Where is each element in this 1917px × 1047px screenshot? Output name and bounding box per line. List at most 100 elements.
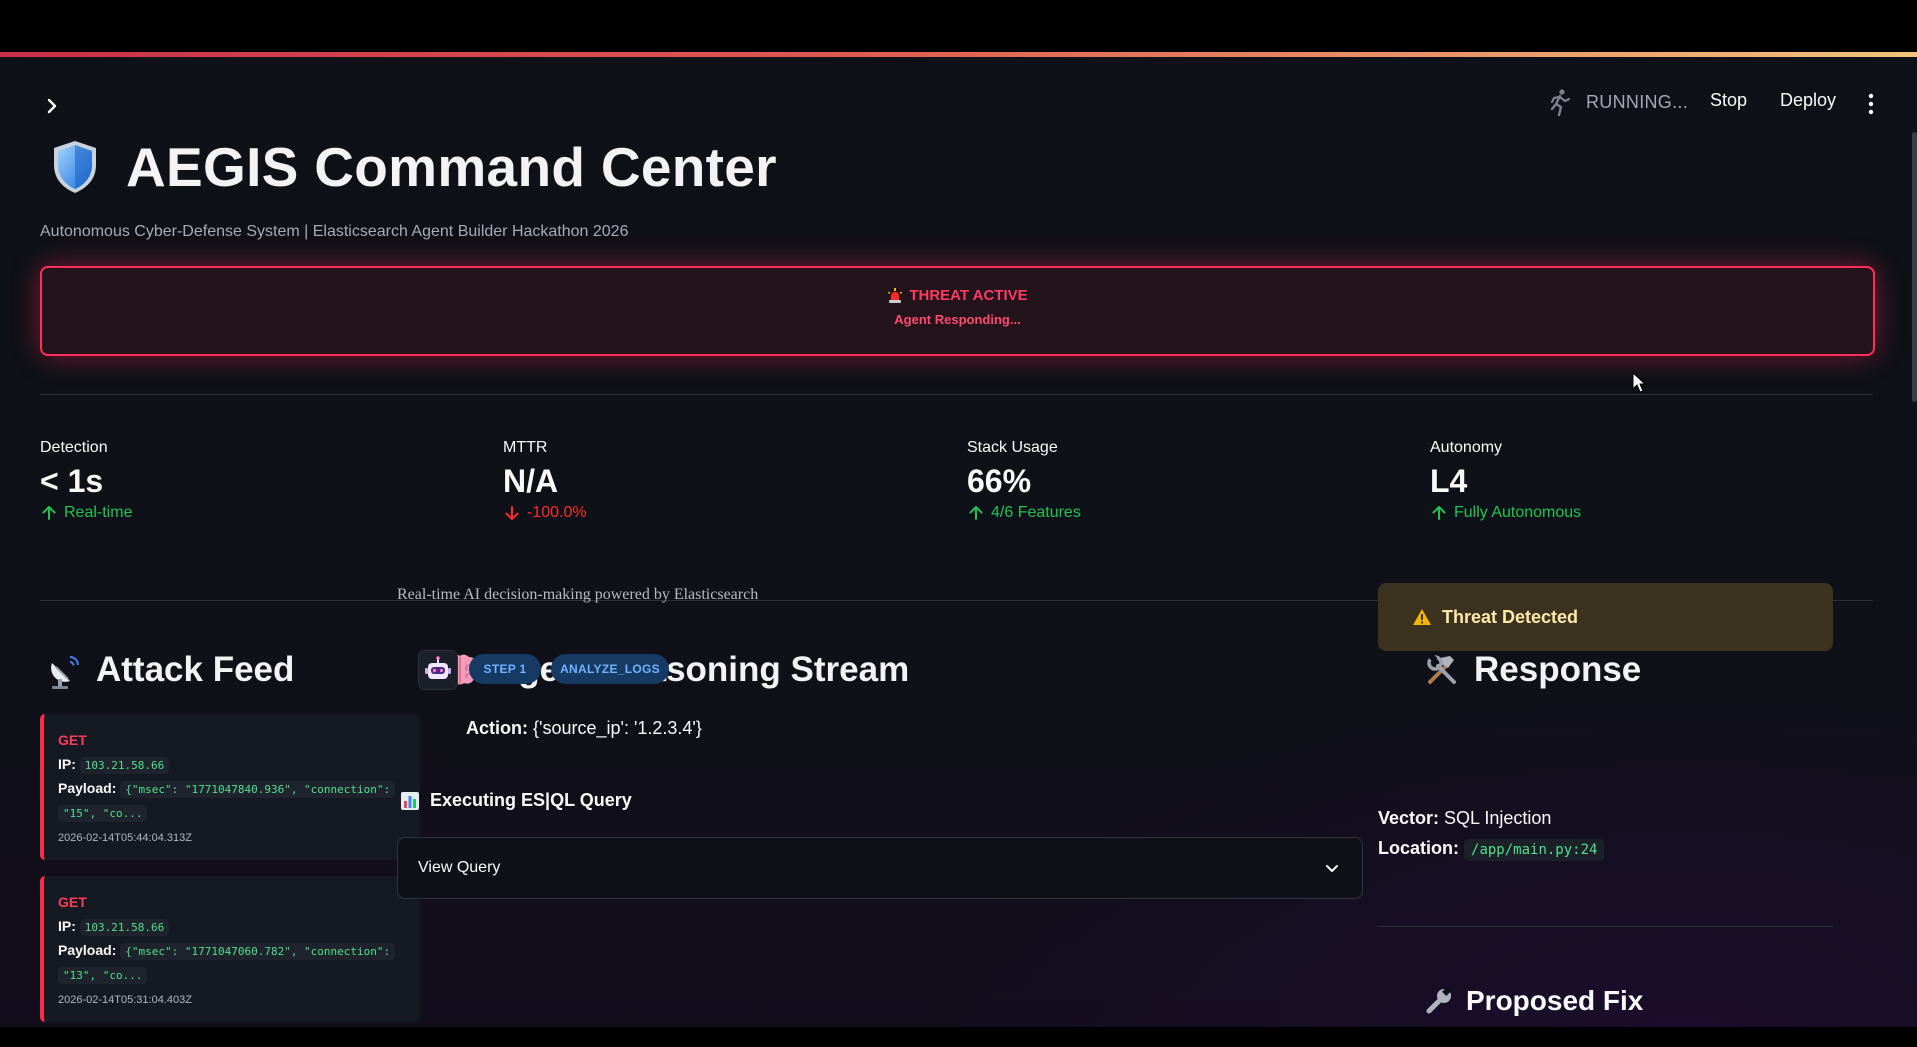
feed-payload-label: Payload: bbox=[58, 780, 117, 796]
title-row: AEGIS Command Center bbox=[50, 135, 777, 199]
feed-payload-value-cont: "13", "co... bbox=[58, 967, 148, 984]
hammer-wrench-icon bbox=[1427, 653, 1456, 684]
reasoning-subtitle: Real-time AI decision-making powered by … bbox=[397, 586, 759, 603]
feed-payload-row: Payload: {"msec": "1771047840.936", "con… bbox=[58, 780, 396, 798]
feed-payload-row-cont: "13", "co... bbox=[58, 966, 148, 984]
expander-label: View Query bbox=[418, 859, 501, 876]
arrow-down-icon bbox=[505, 506, 519, 520]
feed-payload-value-cont: "15", "co... bbox=[58, 805, 148, 822]
feed-timestamp: 2026-02-14T05:44:04.313Z bbox=[58, 832, 192, 844]
running-status: RUNNING... bbox=[1544, 87, 1688, 117]
metric-stack-usage: Stack Usage 66% 4/6 Features bbox=[967, 439, 1081, 522]
deploy-button[interactable]: Deploy bbox=[1780, 90, 1836, 111]
divider bbox=[1378, 926, 1833, 927]
attack-feed-heading: Attack Feed bbox=[46, 650, 294, 690]
proposed-fix-title: Proposed Fix bbox=[1466, 985, 1644, 1016]
action-value: {'source_ip': '1.2.3.4'} bbox=[533, 718, 702, 738]
vector-row: Vector: SQL Injection bbox=[1378, 808, 1551, 829]
metric-delta-text: -100.0% bbox=[527, 504, 587, 521]
top-letterbox bbox=[0, 0, 1917, 52]
running-status-text: RUNNING... bbox=[1586, 91, 1688, 112]
response-title: Response bbox=[1474, 650, 1642, 689]
metric-delta: 4/6 Features bbox=[967, 504, 1081, 522]
feed-payload-value: {"msec": "1771047840.936", "connection": bbox=[120, 781, 396, 798]
arrow-up-icon bbox=[1432, 506, 1446, 520]
main-menu-icon[interactable] bbox=[1864, 92, 1878, 116]
metric-value: N/A bbox=[503, 463, 559, 499]
feed-ip-row: IP: 103.21.58.66 bbox=[58, 756, 170, 774]
feed-ip-label: IP: bbox=[58, 756, 76, 772]
metric-autonomy: Autonomy L4 Fully Autonomous bbox=[1430, 439, 1581, 522]
wrench-icon bbox=[1426, 986, 1452, 1014]
attack-feed-title: Attack Feed bbox=[96, 650, 295, 689]
threat-detected-alert: Threat Detected bbox=[1378, 583, 1833, 651]
metric-value: 66% bbox=[967, 463, 1032, 499]
metric-delta-text: 4/6 Features bbox=[991, 504, 1081, 521]
robot-icon bbox=[425, 656, 451, 679]
metric-detection: Detection < 1s Real-time bbox=[40, 439, 132, 522]
feed-ip-label: IP: bbox=[58, 918, 76, 934]
metric-label: Autonomy bbox=[1430, 439, 1503, 456]
shield-icon bbox=[54, 141, 96, 193]
metric-value: L4 bbox=[1430, 463, 1468, 499]
feed-timestamp: 2026-02-14T05:31:04.403Z bbox=[58, 994, 192, 1006]
warning-icon bbox=[1413, 609, 1431, 625]
metric-label: Detection bbox=[40, 439, 108, 456]
metric-value: < 1s bbox=[40, 463, 104, 499]
vector-value: SQL Injection bbox=[1444, 808, 1552, 828]
threat-detected-text: Threat Detected bbox=[1442, 606, 1579, 627]
page-scrollbar[interactable] bbox=[1912, 132, 1917, 402]
response-heading: Response bbox=[1424, 650, 1641, 690]
threat-title-row: THREAT ACTIVE bbox=[42, 287, 1873, 304]
app-root: RUNNING... Stop Deploy AEGIS Command Cen… bbox=[0, 0, 1917, 1047]
attack-feed-item[interactable]: GET IP: 103.21.58.66 Payload: {"msec": "… bbox=[40, 876, 420, 1022]
running-person-icon bbox=[1550, 89, 1571, 117]
agent-avatar bbox=[418, 650, 458, 690]
stop-button[interactable]: Stop bbox=[1710, 90, 1747, 111]
step-pill: STEP 1 bbox=[469, 654, 541, 684]
feed-ip-value: 103.21.58.66 bbox=[79, 757, 170, 774]
attack-feed-item[interactable]: GET IP: 103.21.58.66 Payload: {"msec": "… bbox=[40, 714, 420, 860]
satellite-antenna-icon bbox=[51, 656, 79, 689]
feed-payload-row-cont: "15", "co... bbox=[58, 804, 148, 822]
chevron-down-icon bbox=[1326, 865, 1338, 872]
bottom-letterbox bbox=[0, 1027, 1917, 1047]
mouse-cursor-icon bbox=[1632, 372, 1646, 393]
action-label: Action: bbox=[466, 718, 528, 738]
feed-payload-row: Payload: {"msec": "1771047060.782", "con… bbox=[58, 942, 396, 960]
metric-delta: -100.0% bbox=[503, 504, 587, 522]
chevron-right-icon[interactable] bbox=[40, 94, 64, 118]
divider bbox=[40, 394, 1873, 395]
arrow-up-icon bbox=[969, 506, 983, 520]
action-line: Action: {'source_ip': '1.2.3.4'} bbox=[466, 718, 702, 739]
bar-chart-icon bbox=[401, 791, 419, 810]
page-title: AEGIS Command Center bbox=[126, 136, 777, 198]
location-value: /app/main.py:24 bbox=[1464, 839, 1605, 861]
feed-payload-label: Payload: bbox=[58, 942, 117, 958]
exec-query-heading: Executing ES|QL Query bbox=[400, 790, 632, 811]
exec-query-title: Executing ES|QL Query bbox=[430, 790, 632, 810]
metric-label: MTTR bbox=[503, 439, 548, 456]
threat-subtitle: Agent Responding... bbox=[894, 312, 1021, 327]
vector-label: Vector: bbox=[1378, 808, 1440, 828]
page-subtitle: Autonomous Cyber-Defense System | Elasti… bbox=[40, 223, 629, 240]
metric-delta-text: Fully Autonomous bbox=[1454, 504, 1582, 521]
tool-pill: ANALYZE_LOGS bbox=[551, 654, 669, 684]
threat-title: THREAT ACTIVE bbox=[909, 287, 1028, 304]
metric-delta: Real-time bbox=[40, 504, 132, 522]
proposed-fix-heading: Proposed Fix bbox=[1424, 985, 1643, 1017]
metric-label: Stack Usage bbox=[967, 439, 1058, 456]
location-row: Location: /app/main.py:24 bbox=[1378, 838, 1605, 861]
feed-method: GET bbox=[58, 732, 87, 748]
metric-mttr: MTTR N/A -100.0% bbox=[503, 439, 587, 522]
arrow-up-icon bbox=[42, 506, 56, 520]
feed-method: GET bbox=[58, 894, 87, 910]
siren-icon bbox=[888, 287, 903, 303]
feed-ip-value: 103.21.58.66 bbox=[79, 919, 170, 936]
location-label: Location: bbox=[1378, 838, 1459, 858]
metric-delta: Fully Autonomous bbox=[1430, 504, 1581, 522]
feed-ip-row: IP: 103.21.58.66 bbox=[58, 918, 170, 936]
feed-payload-value: {"msec": "1771047060.782", "connection": bbox=[120, 943, 396, 960]
view-query-expander[interactable]: View Query bbox=[397, 837, 1363, 899]
metric-delta-text: Real-time bbox=[64, 504, 133, 521]
